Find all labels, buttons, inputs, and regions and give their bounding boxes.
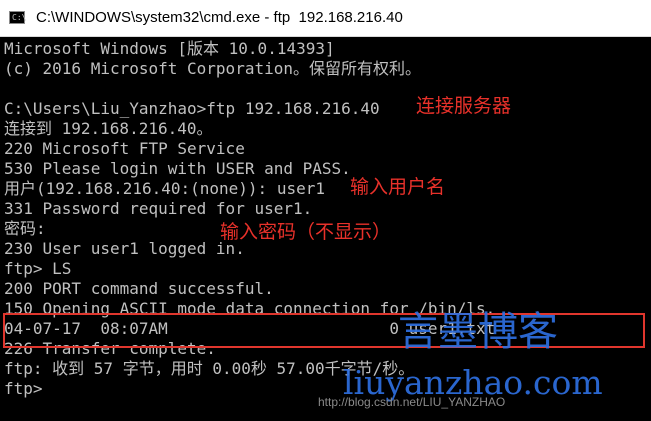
watermark-blog-name: 言墨博客 <box>398 309 558 355</box>
console-line: ftp> LS <box>4 259 72 278</box>
console-line: 200 PORT command successful. <box>4 279 274 298</box>
console-line: 230 User user1 logged in. <box>4 239 245 258</box>
console-line: ftp> <box>4 379 43 398</box>
console-line: 530 Please login with USER and PASS. <box>4 159 351 178</box>
console-line: C:\Users\Liu_Yanzhao>ftp 192.168.216.40 <box>4 99 380 118</box>
console-line: (c) 2016 Microsoft Corporation。保留所有权利。 <box>4 59 421 78</box>
console-line: 331 Password required for user1. <box>4 199 313 218</box>
console-output[interactable]: Microsoft Windows [版本 10.0.14393] (c) 20… <box>0 37 651 421</box>
title-bar[interactable]: C:\ C:\WINDOWS\system32\cmd.exe - ftp 19… <box>0 0 651 37</box>
cmd-icon-prompt: C:\ <box>12 13 27 22</box>
annotation-connect-server: 连接服务器 <box>416 95 512 117</box>
annotation-enter-password: 输入密码（不显示） <box>220 221 392 243</box>
cmd-window: C:\ C:\WINDOWS\system32\cmd.exe - ftp 19… <box>0 0 651 421</box>
cmd-icon: C:\ <box>9 11 27 24</box>
watermark-csdn-url: http://blog.csdn.net/LIU_YANZHAO <box>318 395 506 409</box>
window-title: C:\WINDOWS\system32\cmd.exe - ftp 192.16… <box>36 9 403 26</box>
annotation-enter-username: 输入用户名 <box>350 176 446 198</box>
console-line: 用户(192.168.216.40:(none)): user1 <box>4 179 325 198</box>
console-line: 密码: <box>4 219 46 238</box>
console-line: Microsoft Windows [版本 10.0.14393] <box>4 39 335 58</box>
console-line: 220 Microsoft FTP Service <box>4 139 245 158</box>
console-line: 连接到 192.168.216.40。 <box>4 119 213 138</box>
